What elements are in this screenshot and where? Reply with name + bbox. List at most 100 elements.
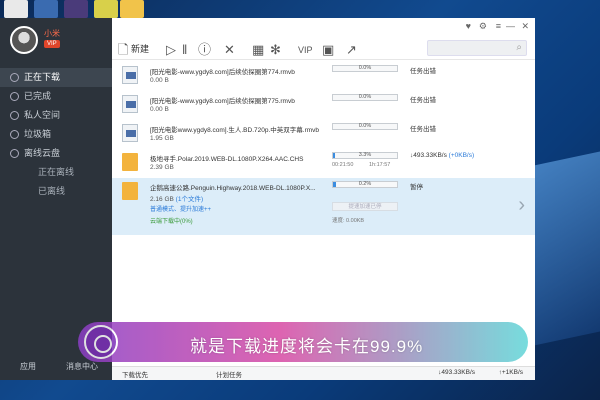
file-name: 企鹅高速公路.Penguin.Highway.2018.WEB-DL.1080P…	[150, 185, 316, 192]
desktop-icon[interactable]	[4, 0, 28, 18]
new-file-icon: 🗋	[118, 41, 129, 57]
speed-boost: (+0KB/s)	[448, 152, 475, 159]
file-size: 1.95 GB	[150, 135, 174, 142]
status-bar: 下载优先 计划任务 ↓493.33KB/s ↑+1KB/s	[112, 366, 535, 380]
remaining-value: 1h:17:57	[368, 162, 391, 168]
folder-icon	[122, 182, 138, 200]
desktop-icon[interactable]	[94, 0, 118, 18]
minimize-icon[interactable]: —	[506, 21, 515, 31]
progress-bar: 3.3%	[332, 152, 398, 159]
sidebar-item-label: 正在下载	[24, 72, 61, 82]
progress-bar: 0.2%	[332, 181, 398, 188]
apps-button[interactable]: 应用	[20, 361, 36, 372]
caption-text: 就是下载进度将会卡在99.9%	[190, 337, 424, 356]
start-button[interactable]: ▷	[166, 41, 176, 57]
priority-button[interactable]: 下载优先	[122, 369, 148, 379]
sidebar-item-offline-active[interactable]: 正在离线	[0, 163, 112, 182]
sidebar-item-label: 私人空间	[24, 110, 61, 120]
search-input[interactable]: ⌕	[427, 40, 527, 56]
download-row[interactable]: 极地寻手.Polar.2019.WEB-DL.1080P.X264.AAC.CH…	[112, 149, 535, 178]
title-bar: ♥ ⚙ ≡ — ✕	[112, 18, 535, 36]
new-task-label: 新建	[130, 44, 149, 54]
download-row-selected[interactable]: 企鹅高速公路.Penguin.Highway.2018.WEB-DL.1080P…	[112, 178, 535, 235]
sidebar-item-label: 离线云盘	[24, 148, 61, 158]
vip-button[interactable]: VIP	[298, 41, 313, 57]
info-button[interactable]: ⓘ	[198, 41, 211, 57]
grid-button[interactable]: ▦	[252, 41, 264, 57]
sidebar-item-cloud[interactable]: 离线云盘	[0, 144, 112, 163]
desktop-icon[interactable]	[34, 0, 58, 18]
file-name: [阳光电影-www.ygdy8.com]后续侦探圈第774.rmvb	[150, 69, 295, 76]
sidebar-item-label: 已离线	[38, 186, 66, 196]
desktop-icon[interactable]	[64, 0, 88, 18]
sidebar-item-private[interactable]: 私人空间	[0, 106, 112, 125]
acceleration-mode-link[interactable]: 普通模式、提升加速++	[150, 204, 211, 213]
speed-button[interactable]: ✻	[270, 41, 281, 57]
progress-percent: 3.3%	[358, 152, 372, 158]
sidebar-item-label: 已完成	[24, 91, 52, 101]
pause-icon: ‖	[182, 41, 188, 57]
schedule-button[interactable]: 计划任务	[216, 369, 242, 379]
delete-button[interactable]: ✕	[224, 41, 235, 57]
film-reel-icon	[84, 325, 118, 359]
download-row[interactable]: [阳光电影www.ygdy8.com].生人.BD.720p.中英双字幕.rmv…	[112, 120, 535, 149]
sidebar-item-label: 垃圾箱	[24, 129, 52, 139]
username[interactable]: 小米	[44, 28, 60, 39]
play-icon: ▷	[166, 41, 176, 57]
download-speed-total: ↓493.33KB/s	[438, 369, 475, 376]
delete-icon: ✕	[224, 41, 235, 57]
upload-speed-total: ↑+1KB/s	[498, 369, 523, 376]
file-size: 0.00 B	[150, 106, 169, 113]
sidebar-item-offline-done[interactable]: 已离线	[0, 182, 112, 201]
box-button[interactable]: ▣	[322, 41, 334, 57]
progress-bar: 0.0%	[332, 94, 398, 101]
check-icon	[10, 92, 19, 101]
avatar[interactable]	[10, 26, 38, 54]
settings-icon[interactable]: ⚙	[479, 21, 487, 32]
search-icon: ⌕	[516, 42, 522, 53]
pause-button[interactable]: ‖	[182, 41, 187, 57]
small-speed: 速度: 0.00KB	[332, 218, 365, 224]
close-icon[interactable]: ✕	[521, 21, 529, 32]
toolbar: 🗋 新建 ▷ ‖ ⓘ ✕ ▦ ✻ VIP ▣ ↗ ⌕	[112, 38, 535, 60]
sidebar-menu: 正在下载 已完成 私人空间 垃圾箱 离线云盘 正在离线 已离线	[0, 68, 112, 201]
skin-icon[interactable]: ♥	[466, 21, 471, 31]
speed-value: 493.33KB/s	[413, 152, 447, 159]
new-task-button[interactable]: 🗋 新建	[118, 41, 149, 57]
vip-badge: VIP	[44, 40, 60, 48]
gear-icon: ✻	[270, 41, 281, 57]
share-button[interactable]: ↗	[346, 41, 357, 57]
video-file-icon	[122, 124, 138, 142]
sidebar-item-trash[interactable]: 垃圾箱	[0, 125, 112, 144]
upload-speed-value: +1KB/s	[501, 369, 523, 376]
cloud-icon	[10, 149, 19, 158]
file-size: 0.00 B	[150, 77, 169, 84]
sidebar-item-downloading[interactable]: 正在下载	[0, 68, 112, 87]
lock-icon	[10, 111, 19, 120]
elapsed-time: 00:21:50 1h:17:57	[332, 162, 390, 168]
priority-label: 下载优先	[122, 372, 148, 379]
sidebar-item-completed[interactable]: 已完成	[0, 87, 112, 106]
video-caption-banner: 就是下载进度将会卡在99.9%	[78, 322, 528, 362]
video-file-icon	[122, 66, 138, 84]
desktop-folder-icon[interactable]	[120, 0, 144, 18]
progress-percent: 0.0%	[358, 65, 372, 71]
share-icon: ↗	[346, 41, 357, 57]
file-name: 极地寻手.Polar.2019.WEB-DL.1080P.X264.AAC.CH…	[150, 156, 304, 163]
trash-icon	[10, 130, 19, 139]
task-status: 任务出错	[410, 126, 436, 133]
download-row[interactable]: [阳光电影-www.ygdy8.com]后续侦探圈第775.rmvb 0.00 …	[112, 91, 535, 120]
task-status: 暂停	[410, 184, 423, 191]
accelerate-button[interactable]: 提速加速已停	[332, 202, 398, 211]
file-count: (1个文件)	[175, 196, 204, 203]
download-row[interactable]: [阳光电影-www.ygdy8.com]后续侦探圈第774.rmvb 0.00 …	[112, 62, 535, 91]
chevron-right-icon[interactable]: ›	[518, 194, 525, 217]
grid-icon: ▦	[252, 41, 265, 57]
file-name: [阳光电影www.ygdy8.com].生人.BD.720p.中英双字幕.rmv…	[150, 127, 320, 134]
file-size: 2.16 GB (1个文件)	[150, 193, 203, 203]
info-icon: ⓘ	[198, 41, 212, 57]
download-icon	[10, 73, 19, 82]
menu-icon[interactable]: ≡	[496, 21, 501, 31]
file-name: [阳光电影-www.ygdy8.com]后续侦探圈第775.rmvb	[150, 98, 295, 105]
messages-button[interactable]: 消息中心	[66, 361, 98, 372]
